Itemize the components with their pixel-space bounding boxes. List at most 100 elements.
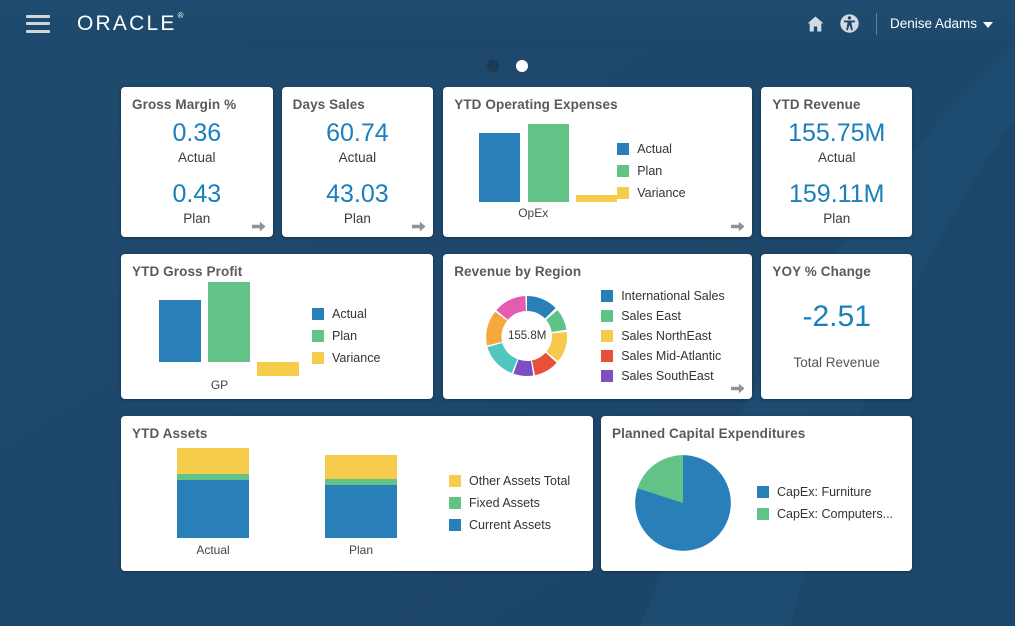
stacked-bar-plan[interactable] [325, 455, 397, 538]
accessibility-icon[interactable] [833, 7, 867, 41]
legend-swatch [312, 352, 324, 364]
legend-swatch [449, 519, 461, 531]
legend-item-actual[interactable]: Actual [617, 142, 746, 156]
bar-variance[interactable] [257, 362, 299, 376]
bar-plan[interactable] [528, 124, 569, 202]
legend-swatch [601, 290, 613, 302]
card-ytd-gross-profit[interactable]: YTD Gross Profit GP Actual [121, 254, 433, 399]
card-planned-capital-expenditures[interactable]: Planned Capital Expenditures [601, 416, 912, 571]
kpi-body: 155.75M Actual 159.11M Plan [761, 112, 912, 232]
legend-item-capex-furniture[interactable]: CapEx: Furniture [757, 485, 906, 499]
legend-label: Other Assets Total [469, 474, 570, 488]
chart-legend: Other Assets Total Fixed Assets Current … [449, 474, 587, 532]
legend-swatch [601, 310, 613, 322]
legend-item-sales-midatlantic[interactable]: Sales Mid-Atlantic [601, 349, 746, 363]
bar-plan[interactable] [208, 282, 250, 362]
chart-legend: CapEx: Furniture CapEx: Computers... [757, 485, 906, 521]
legend-label: CapEx: Computers... [777, 507, 893, 521]
bar-group [449, 122, 617, 202]
card-title: YTD Assets [121, 416, 593, 441]
legend-label: Sales SouthEast [621, 369, 713, 383]
bar-actual[interactable] [159, 300, 201, 362]
assets-stacked-bar-chart: Actual Plan [127, 448, 449, 557]
chart-legend: Actual Plan Variance [617, 142, 746, 200]
legend-swatch [601, 350, 613, 362]
legend-swatch [617, 143, 629, 155]
donut-segment-sales-central[interactable] [488, 342, 518, 372]
user-name-label: Denise Adams [890, 16, 977, 31]
card-title: YOY % Change [761, 254, 912, 279]
segment-other-assets-total [177, 448, 249, 474]
legend-item-fixed-assets[interactable]: Fixed Assets [449, 496, 587, 510]
card-ytd-revenue[interactable]: YTD Revenue 155.75M Actual 159.11M Plan [761, 87, 912, 237]
segment-other-assets-total [325, 455, 397, 479]
x-axis-label: OpEx [449, 206, 617, 220]
legend-item-other-assets-total[interactable]: Other Assets Total [449, 474, 587, 488]
user-menu[interactable]: Denise Adams [890, 16, 997, 31]
dashboard-row-2: YTD Gross Profit GP Actual [121, 254, 912, 399]
legend-item-sales-southeast[interactable]: Sales SouthEast [601, 369, 746, 383]
card-title: Gross Margin % [121, 87, 273, 112]
legend-swatch [312, 330, 324, 342]
card-ytd-assets[interactable]: YTD Assets [121, 416, 593, 571]
revenue-donut-chart: 155.8M [449, 286, 601, 386]
kpi-plan-value: 43.03 [326, 179, 389, 209]
legend-swatch [312, 308, 324, 320]
pie-svg [631, 451, 735, 555]
legend-label: Plan [332, 329, 357, 343]
bar-variance[interactable] [576, 195, 617, 202]
card-title: Revenue by Region [443, 254, 752, 279]
legend-item-international-sales[interactable]: International Sales [601, 289, 746, 303]
card-days-sales[interactable]: Days Sales 60.74 Actual 43.03 Plan [282, 87, 434, 237]
kpi-label: Total Revenue [794, 355, 880, 370]
legend-item-actual[interactable]: Actual [312, 307, 427, 321]
donut-segment-sales-southeast[interactable] [514, 359, 534, 375]
bar-actual[interactable] [479, 133, 520, 202]
drill-arrow-icon[interactable] [731, 220, 745, 233]
donut-segment-international-sales[interactable] [527, 296, 556, 319]
card-gross-margin[interactable]: Gross Margin % 0.36 Actual 0.43 Plan [121, 87, 273, 237]
legend-swatch [601, 330, 613, 342]
kpi-actual-label: Actual [339, 148, 377, 167]
kpi-body: 60.74 Actual 43.03 Plan [282, 112, 434, 232]
kpi-plan-label: Plan [823, 209, 850, 228]
legend-item-capex-computers[interactable]: CapEx: Computers... [757, 507, 906, 521]
legend-item-variance[interactable]: Variance [312, 351, 427, 365]
legend-item-sales-northeast[interactable]: Sales NorthEast [601, 329, 746, 343]
kpi-actual-label: Actual [178, 148, 216, 167]
legend-swatch [757, 486, 769, 498]
registered-mark: ® [178, 11, 184, 20]
legend-label: Actual [332, 307, 367, 321]
page-dot-2[interactable] [516, 60, 528, 72]
kpi-actual-value: 60.74 [326, 118, 389, 148]
legend-label: Sales NorthEast [621, 329, 711, 343]
card-revenue-by-region[interactable]: Revenue by Region [443, 254, 752, 399]
legend-swatch [617, 165, 629, 177]
card-yoy-percent-change[interactable]: YOY % Change -2.51 Total Revenue [761, 254, 912, 399]
oracle-wordmark: ORACLE [77, 12, 177, 35]
hamburger-menu-icon[interactable] [26, 15, 50, 33]
legend-label: Plan [637, 164, 662, 178]
legend-label: CapEx: Furniture [777, 485, 871, 499]
card-title: YTD Operating Expenses [443, 87, 752, 112]
card-ytd-operating-expenses[interactable]: YTD Operating Expenses OpEx Act [443, 87, 752, 237]
kpi-plan-value: 0.43 [172, 179, 221, 209]
x-axis-label-plan: Plan [325, 543, 397, 557]
drill-arrow-icon[interactable] [252, 220, 266, 233]
drill-arrow-icon[interactable] [731, 382, 745, 395]
legend-label: Variance [332, 351, 380, 365]
page-dot-1[interactable] [487, 60, 499, 72]
legend-item-current-assets[interactable]: Current Assets [449, 518, 587, 532]
top-navigation-bar: ORACLE® Denise Adams [0, 0, 1015, 47]
home-icon[interactable] [799, 7, 833, 41]
legend-item-plan[interactable]: Plan [617, 164, 746, 178]
page-indicator-dots [0, 57, 1015, 75]
legend-item-sales-east[interactable]: Sales East [601, 309, 746, 323]
drill-arrow-icon[interactable] [412, 220, 426, 233]
oracle-logo[interactable]: ORACLE® [77, 12, 182, 36]
bar-group [127, 448, 449, 538]
legend-item-plan[interactable]: Plan [312, 329, 427, 343]
stacked-bar-actual[interactable] [177, 448, 249, 538]
legend-item-variance[interactable]: Variance [617, 186, 746, 200]
chart-body: Actual Plan Other Assets Total Fixed Ass… [121, 441, 593, 568]
